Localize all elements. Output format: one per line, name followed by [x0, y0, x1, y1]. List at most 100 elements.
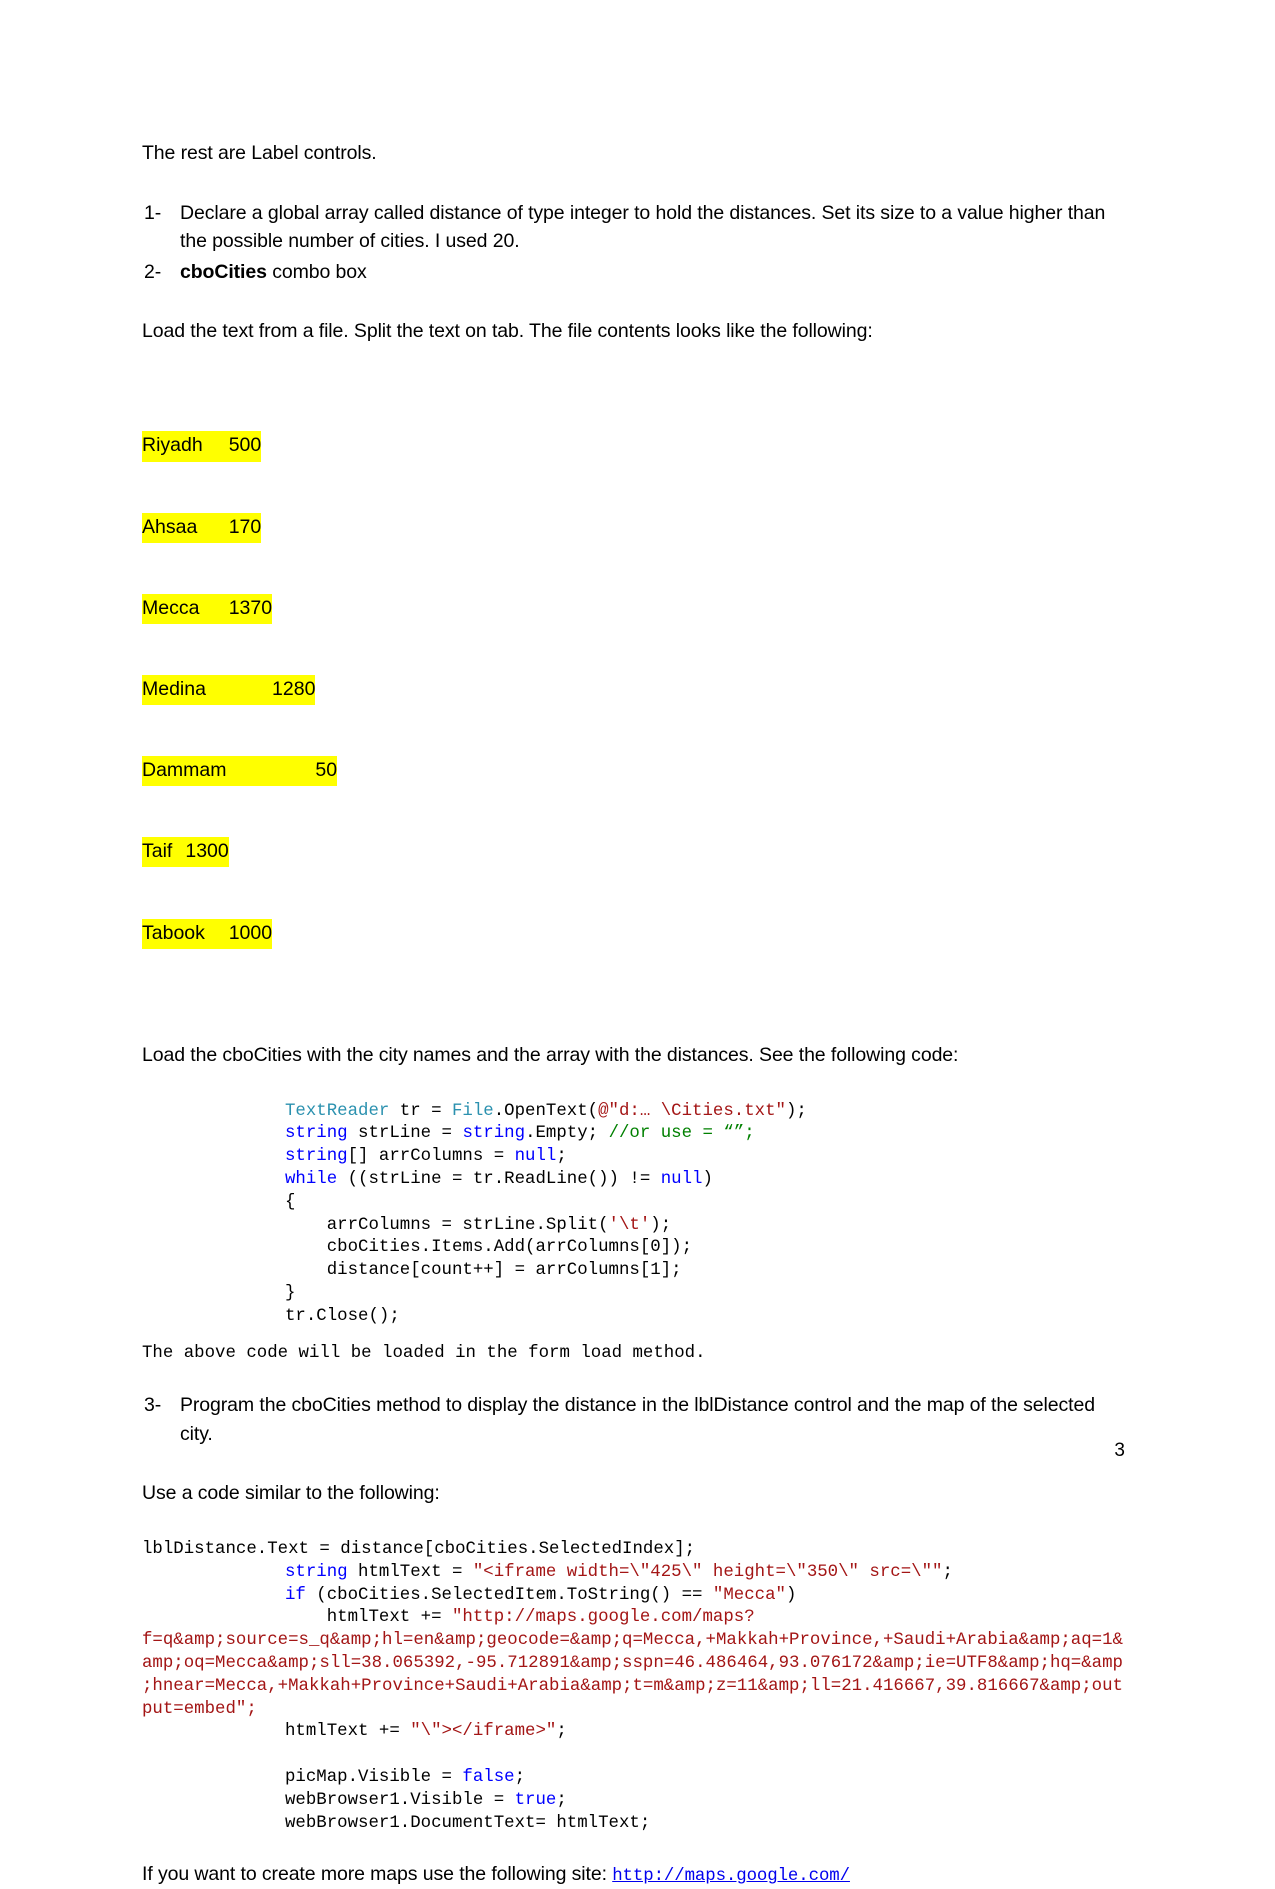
code-line: picMap.Visible = false; [142, 1767, 525, 1790]
code-token: cboCities.Items.Add(arrColumns[0]); [285, 1238, 693, 1258]
data-row-text: Ahsaa 170 [142, 512, 262, 543]
code-token: ; [556, 1790, 567, 1810]
use-code-paragraph: Use a code similar to the following: [142, 1482, 440, 1505]
numbered-list-1: 1- Declare a global array called distanc… [142, 199, 1125, 286]
code-token: null [514, 1147, 557, 1167]
code-line: cboCities.Items.Add(arrColumns[0]); [285, 1238, 692, 1257]
data-row-text: Taif 1300 [142, 837, 229, 868]
code-token: .Empty; [525, 1124, 609, 1144]
more-maps-text: If you want to create more maps use the … [142, 1863, 613, 1886]
code-token: arrColumns = strLine.Split( [285, 1215, 609, 1235]
list-item-1-text: Declare a global array called distance o… [180, 201, 1106, 253]
intro-paragraph: The rest are Label controls. [142, 142, 377, 164]
load-combo-paragraph: Load the cboCities with the city names a… [142, 1043, 959, 1066]
data-row: Ahsaa 170 [142, 512, 1125, 543]
code-line: while ((strLine = tr.ReadLine()) != null… [285, 1170, 713, 1189]
code-token: "Mecca" [712, 1585, 786, 1605]
code-token: if [285, 1585, 306, 1605]
list-item-2-control-name: cboCities [180, 260, 267, 283]
data-row-text: Tabook 1000 [142, 918, 273, 949]
document-page: The rest are Label controls. 1- Declare … [0, 0, 1275, 1886]
list-item-3: 3- Program the cboCities method to displ… [142, 1391, 1125, 1448]
code-token: tr = [389, 1101, 452, 1121]
more-maps-paragraph: If you want to create more maps use the … [142, 1861, 1125, 1889]
code-token: "\"></iframe>" [410, 1722, 557, 1742]
code-token: while [285, 1170, 338, 1190]
data-row-text: Riyadh 500 [142, 431, 262, 462]
data-row: Medina 1280 [142, 674, 1125, 706]
code-line: tr.Close(); [285, 1307, 400, 1326]
code-token: string [462, 1124, 526, 1144]
list-item-1: 1- Declare a global array called distanc… [142, 199, 1125, 256]
code-token: htmlText = [347, 1562, 473, 1582]
page-number: 3 [1114, 1440, 1125, 1461]
data-row: Riyadh 500 [142, 431, 1125, 462]
code-token: ((strLine = tr.ReadLine()) != [337, 1170, 661, 1190]
code-token: ; [556, 1147, 567, 1167]
code-token: tr.Close(); [285, 1306, 400, 1326]
data-row: Dammam 50 [142, 756, 1125, 787]
numbered-list-2: 3- Program the cboCities method to displ… [142, 1391, 1125, 1448]
code-line: distance[count++] = arrColumns[1]; [285, 1261, 682, 1280]
code-token: [] arrColumns = [347, 1147, 515, 1167]
code-token: webBrowser1.Visible = [285, 1790, 515, 1810]
code-token: "<iframe width=\"425\" height=\"350\" sr… [472, 1562, 943, 1582]
code-token: strLine = [347, 1124, 463, 1144]
code-token: ) [785, 1585, 797, 1605]
code-block-map-lead: lblDistance.Text = distance[cboCities.Se… [142, 1540, 696, 1560]
code-line: string htmlText = "<iframe width=\"425\"… [142, 1562, 953, 1585]
code-token: string [285, 1562, 348, 1582]
list-marker-1: 1- [144, 201, 162, 224]
code-line: webBrowser1.Visible = true; [142, 1790, 567, 1813]
code-line: if (cboCities.SelectedItem.ToString() ==… [142, 1585, 796, 1608]
data-row-text: Mecca 1370 [142, 593, 273, 624]
code-token: string [285, 1124, 348, 1144]
cities-data-block: Riyadh 500 Ahsaa 170 Mecca 1370 Medina 1… [142, 377, 1125, 1000]
code-line: htmlText += "\"></iframe>"; [142, 1721, 567, 1744]
code-token: htmlText += [285, 1722, 411, 1742]
code-token: ; [514, 1768, 526, 1788]
code-token: //or use = “”; [608, 1124, 755, 1144]
code-token: string [285, 1147, 348, 1167]
data-row: Mecca 1370 [142, 593, 1125, 624]
code-token: File [452, 1101, 494, 1121]
code-token: ); [650, 1215, 672, 1235]
map-url-continuation: f=q&amp;source=s_q&amp;hl=en&amp;geocode… [142, 1631, 1123, 1719]
list-item-2-text: combo box [266, 260, 367, 283]
code-token: "http://maps.google.com/maps? [451, 1608, 755, 1628]
maps-google-link[interactable]: http://maps.google.com/ [612, 1867, 850, 1886]
code-token: TextReader [285, 1101, 390, 1121]
code-token: ) [702, 1170, 713, 1190]
code-block-map: string htmlText = "<iframe width=\"425\"… [142, 1562, 1125, 1836]
data-row: Tabook 1000 [142, 918, 1125, 949]
code-token: false [462, 1768, 515, 1788]
code-line: arrColumns = strLine.Split('\t'); [285, 1216, 671, 1235]
data-row: Taif 1300 [142, 837, 1125, 868]
data-row-text: Dammam 50 [142, 756, 338, 787]
list-item-3-text: Program the cboCities method to display … [180, 1394, 1095, 1445]
list-item-2: 2- cboCities combo box [142, 258, 1125, 286]
code-token: } [285, 1284, 296, 1303]
code-token: .OpenText( [493, 1101, 599, 1121]
code-token: null [660, 1170, 703, 1190]
list-marker-3: 3- [144, 1394, 162, 1417]
code-token: distance[count++] = arrColumns[1]; [285, 1261, 682, 1281]
code-token: (cboCities.SelectedItem.ToString() == [305, 1585, 713, 1605]
code-line: } [285, 1284, 295, 1303]
form-load-note: The above code will be loaded in the for… [142, 1343, 706, 1363]
code-block-load: TextReader tr = File.OpenText(@"d:… \Cit… [142, 1101, 1125, 1329]
code-token: ; [556, 1722, 567, 1742]
code-token: htmlText += [285, 1608, 452, 1628]
code-token: ; [942, 1562, 953, 1582]
data-row-text: Medina 1280 [142, 674, 316, 706]
